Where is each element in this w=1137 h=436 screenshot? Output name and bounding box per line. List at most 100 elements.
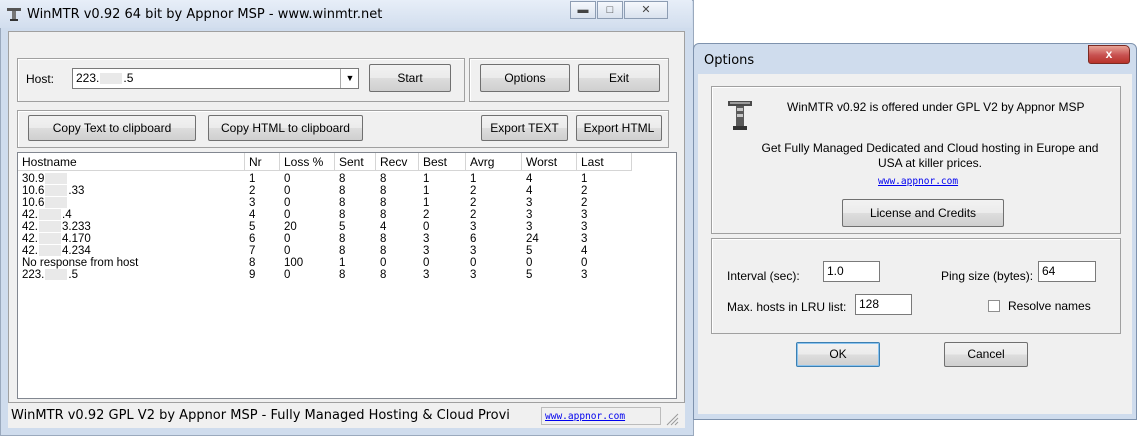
hostname-part: 42. bbox=[22, 221, 38, 233]
recv-cell: 8 bbox=[380, 173, 387, 185]
copy-text-button[interactable]: Copy Text to clipboard bbox=[28, 115, 196, 141]
chevron-down-icon[interactable]: ▼ bbox=[340, 69, 359, 88]
resolve-names-label: Resolve names bbox=[1008, 299, 1091, 313]
recv-cell: 8 bbox=[380, 269, 387, 281]
worst-cell: 0 bbox=[526, 257, 533, 269]
column-header[interactable]: Nr bbox=[245, 153, 280, 171]
redacted-block bbox=[39, 209, 61, 221]
options-button-label: Options bbox=[504, 71, 546, 85]
exit-button[interactable]: Exit bbox=[578, 64, 660, 92]
nr-cell: 3 bbox=[249, 197, 256, 209]
table-row[interactable]: 42. 4.170 6 0 8 8 3 6 24 3 bbox=[18, 233, 676, 245]
sent-cell: 8 bbox=[339, 173, 346, 185]
column-header[interactable]: Last bbox=[577, 153, 632, 171]
column-header[interactable]: Worst bbox=[522, 153, 577, 171]
results-table[interactable]: Hostname Nr Loss % Sent Recv Best Avrg W… bbox=[17, 152, 677, 399]
worst-cell: 5 bbox=[526, 245, 533, 257]
exit-button-label: Exit bbox=[608, 71, 629, 85]
nr-cell: 2 bbox=[249, 185, 256, 197]
table-row[interactable]: No response from host 8 100 1 0 0 0 0 0 bbox=[18, 257, 676, 269]
license-credits-button[interactable]: License and Credits bbox=[842, 199, 1004, 227]
avrg-cell: 3 bbox=[470, 245, 477, 257]
column-header[interactable]: Hostname bbox=[18, 153, 245, 171]
appnor-link[interactable]: www.appnor.com bbox=[878, 176, 958, 187]
hostname-part: 223. bbox=[22, 269, 45, 281]
last-cell: 3 bbox=[581, 221, 588, 233]
best-cell: 0 bbox=[423, 257, 430, 269]
table-row[interactable]: 10.6 3 0 8 8 1 2 3 2 bbox=[18, 197, 676, 209]
hostname-part: 42. bbox=[22, 209, 38, 221]
minimize-icon[interactable]: ▬ bbox=[570, 1, 596, 19]
worst-cell: 24 bbox=[526, 233, 539, 245]
table-row[interactable]: 42. 3.233 5 20 5 4 0 3 3 3 bbox=[18, 221, 676, 233]
export-html-button[interactable]: Export HTML bbox=[576, 115, 662, 141]
loss-cell: 20 bbox=[284, 221, 297, 233]
host-value-prefix: 223. bbox=[76, 71, 100, 85]
column-header[interactable]: Loss % bbox=[280, 153, 335, 171]
recv-cell: 0 bbox=[380, 257, 387, 269]
table-row[interactable]: 10.6 .33 2 0 8 8 1 2 4 2 bbox=[18, 185, 676, 197]
column-header[interactable]: Best bbox=[419, 153, 466, 171]
status-text: WinMTR v0.92 GPL V2 by Appnor MSP - Full… bbox=[11, 408, 510, 423]
worst-cell: 3 bbox=[526, 197, 533, 209]
hostname-part: 42. bbox=[22, 245, 38, 257]
copy-html-button[interactable]: Copy HTML to clipboard bbox=[208, 115, 363, 141]
sent-cell: 8 bbox=[339, 197, 346, 209]
status-link[interactable]: www.appnor.com bbox=[541, 407, 661, 425]
best-cell: 1 bbox=[423, 173, 430, 185]
hostname-part: .5 bbox=[68, 269, 78, 281]
winmtr-app-icon bbox=[7, 8, 21, 21]
best-cell: 3 bbox=[423, 233, 430, 245]
worst-cell: 3 bbox=[526, 209, 533, 221]
table-row[interactable]: 223. .5 9 0 8 8 3 3 5 3 bbox=[18, 269, 676, 281]
best-cell: 2 bbox=[423, 209, 430, 221]
best-cell: 3 bbox=[423, 245, 430, 257]
interval-label: Interval (sec): bbox=[727, 269, 800, 283]
column-header[interactable]: Recv bbox=[376, 153, 419, 171]
start-button[interactable]: Start bbox=[369, 64, 451, 92]
redacted-block bbox=[45, 269, 68, 281]
table-row[interactable]: 42. 4.234 7 0 8 8 3 3 5 4 bbox=[18, 245, 676, 257]
best-cell: 0 bbox=[423, 221, 430, 233]
maximize-icon[interactable]: □ bbox=[597, 1, 623, 19]
table-row[interactable]: 42. .4 4 0 8 8 2 2 3 3 bbox=[18, 209, 676, 221]
close-icon[interactable]: ✕ bbox=[624, 1, 668, 19]
loss-cell: 0 bbox=[284, 185, 291, 197]
ping-size-input[interactable]: 64 bbox=[1038, 261, 1096, 282]
resolve-names-checkbox[interactable] bbox=[988, 300, 1000, 312]
hostname-part: 4.234 bbox=[62, 245, 91, 257]
sent-cell: 5 bbox=[339, 221, 346, 233]
last-cell: 0 bbox=[581, 257, 588, 269]
options-button[interactable]: Options bbox=[480, 64, 570, 92]
hostname-cell: 30.9 bbox=[22, 173, 68, 185]
avrg-cell: 2 bbox=[470, 197, 477, 209]
ping-size-label: Ping size (bytes): bbox=[941, 269, 1034, 283]
sent-cell: 8 bbox=[339, 245, 346, 257]
column-header[interactable]: Avrg bbox=[466, 153, 522, 171]
hostname-cell: 42. 4.170 bbox=[22, 233, 91, 245]
avrg-cell: 3 bbox=[470, 269, 477, 281]
hostname-part: 42. bbox=[22, 233, 38, 245]
resize-grip-icon[interactable] bbox=[663, 410, 679, 426]
last-cell: 3 bbox=[581, 233, 588, 245]
cancel-button[interactable]: Cancel bbox=[944, 342, 1028, 367]
export-text-button[interactable]: Export TEXT bbox=[481, 115, 568, 141]
redacted-block bbox=[45, 185, 68, 197]
avrg-cell: 1 bbox=[470, 173, 477, 185]
table-row[interactable]: 30.9 1 0 8 8 1 1 4 1 bbox=[18, 173, 676, 185]
host-combobox[interactable]: 223. .5 bbox=[72, 68, 359, 89]
hostname-cell: 42. 4.234 bbox=[22, 245, 91, 257]
ok-button[interactable]: OK bbox=[796, 342, 880, 367]
best-cell: 1 bbox=[423, 197, 430, 209]
max-hosts-input[interactable]: 128 bbox=[855, 294, 912, 315]
dialog-close-icon[interactable]: x bbox=[1088, 45, 1130, 64]
hostname-part: 3.233 bbox=[62, 221, 91, 233]
worst-cell: 4 bbox=[526, 173, 533, 185]
column-header[interactable]: Sent bbox=[335, 153, 376, 171]
interval-input[interactable]: 1.0 bbox=[823, 261, 880, 282]
hostname-cell: 42. 3.233 bbox=[22, 221, 91, 233]
recv-cell: 8 bbox=[380, 209, 387, 221]
recv-cell: 8 bbox=[380, 233, 387, 245]
sent-cell: 8 bbox=[339, 233, 346, 245]
redacted-block bbox=[45, 197, 68, 209]
